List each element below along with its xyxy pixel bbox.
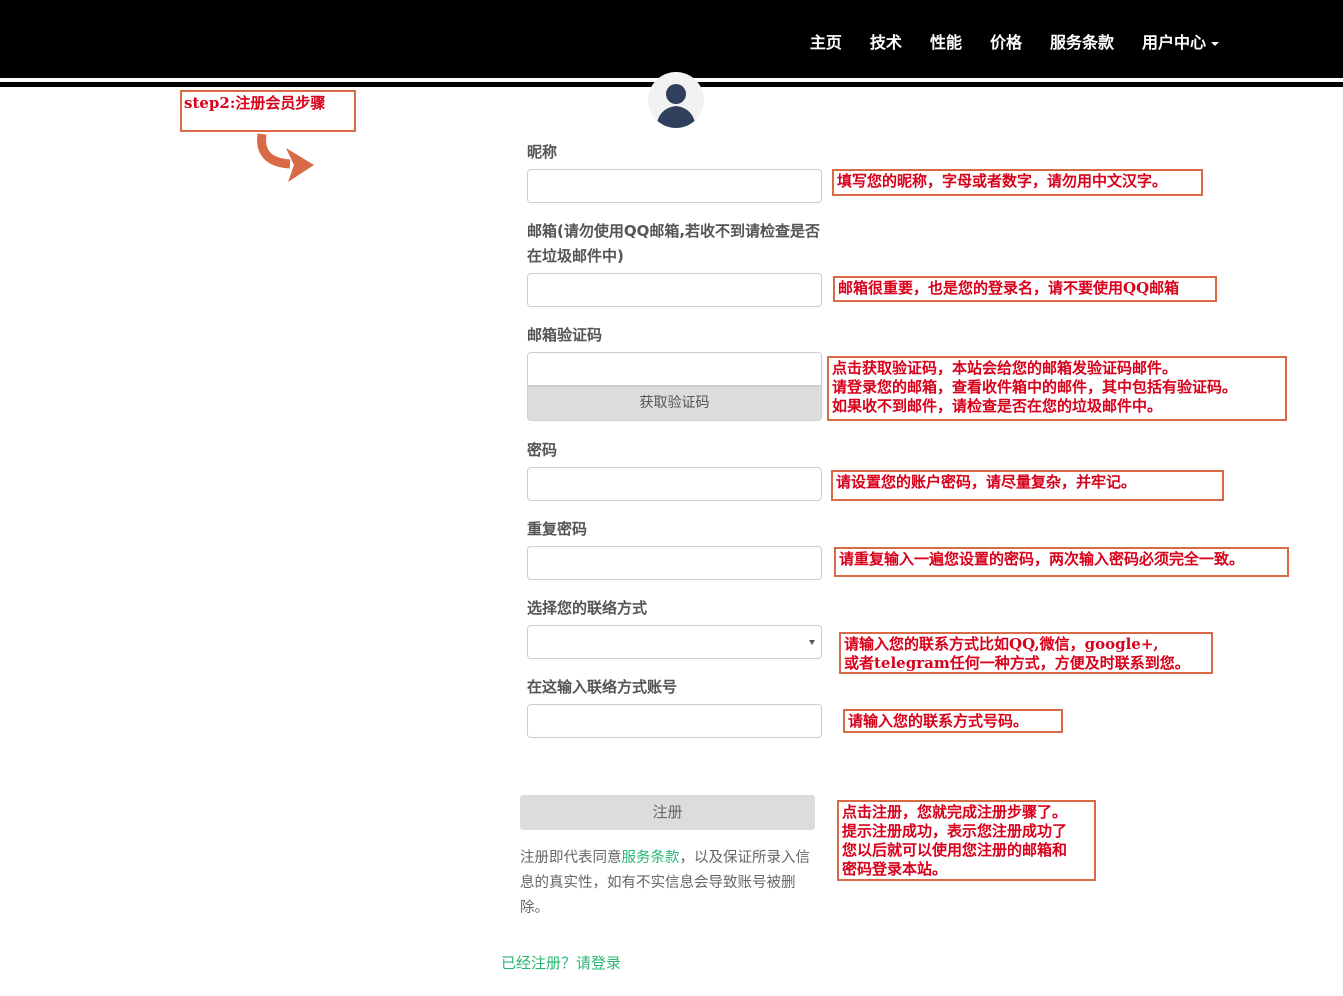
annotation-repeat-password: 请重复输入一遍您设置的密码，两次输入密码必须完全一致。 — [834, 547, 1289, 577]
contact-method-label: 选择您的联络方式 — [527, 599, 648, 617]
nav-item-user-center-label: 用户中心 — [1141, 33, 1206, 52]
nav-item-tech[interactable]: 技术 — [856, 30, 916, 56]
annotation-register: 点击注册，您就完成注册步骤了。 提示注册成功，表示您注册成功了 您以后就可以使用… — [837, 800, 1096, 881]
nav-item-home[interactable]: 主页 — [796, 30, 856, 56]
avatar — [648, 72, 704, 128]
nav-item-performance[interactable]: 性能 — [916, 30, 976, 56]
top-navbar: 主页 技术 性能 价格 服务条款 用户中心 — [0, 0, 1343, 78]
register-button[interactable]: 注册 — [520, 795, 815, 830]
repeat-password-label: 重复密码 — [527, 520, 588, 538]
nav-item-terms[interactable]: 服务条款 — [1036, 30, 1128, 56]
annotation-email: 邮箱很重要，也是您的登录名，请不要使用QQ邮箱 — [833, 276, 1217, 302]
nav-item-user-center[interactable]: 用户中心 — [1128, 30, 1233, 56]
password-input[interactable] — [527, 467, 822, 501]
terms-note: 注册即代表同意服务条款，以及保证所录入信息的真实性，如有不实信息会导致账号被删除… — [520, 846, 820, 921]
login-link[interactable]: 已经注册？请登录 — [501, 951, 621, 976]
repeat-password-input[interactable] — [527, 546, 822, 580]
caret-down-icon — [1211, 41, 1219, 46]
get-code-button[interactable]: 获取验证码 — [527, 386, 822, 421]
contact-account-label: 在这输入联络方式账号 — [527, 678, 678, 696]
dropdown-arrow-icon — [809, 640, 815, 645]
user-silhouette-icon — [656, 84, 696, 128]
nickname-label: 昵称 — [527, 143, 558, 161]
annotation-nickname: 填写您的昵称，字母或者数字，请勿用中文汉字。 — [832, 169, 1203, 196]
curved-arrow-icon — [257, 133, 314, 182]
annotation-password: 请设置您的账户密码，请尽量复杂，并牢记。 — [831, 470, 1224, 501]
nav-menu: 主页 技术 性能 价格 服务条款 用户中心 — [796, 30, 1233, 56]
email-code-input[interactable] — [527, 352, 822, 386]
step-callout: step2:注册会员步骤 — [180, 90, 356, 132]
nickname-input[interactable] — [527, 169, 822, 203]
terms-prefix: 注册即代表同意 — [520, 850, 622, 866]
contact-account-input[interactable] — [527, 704, 822, 738]
email-code-label: 邮箱验证码 — [527, 326, 603, 344]
terms-link[interactable]: 服务条款 — [622, 850, 680, 866]
contact-method-select[interactable] — [527, 625, 822, 659]
annotation-contact-method: 请输入您的联系方式比如QQ,微信，google+, 或者telegram任何一种… — [839, 632, 1213, 674]
annotation-code: 点击获取验证码，本站会给您的邮箱发验证码邮件。 请登录您的邮箱，查看收件箱中的邮… — [827, 356, 1287, 421]
email-label: 邮箱(请勿使用QQ邮箱,若收不到请检查是否在垃圾邮件中) — [527, 222, 821, 265]
annotation-contact-account: 请输入您的联系方式号码。 — [843, 709, 1063, 733]
password-label: 密码 — [527, 441, 558, 459]
nav-item-pricing[interactable]: 价格 — [976, 30, 1036, 56]
email-input[interactable] — [527, 273, 822, 307]
